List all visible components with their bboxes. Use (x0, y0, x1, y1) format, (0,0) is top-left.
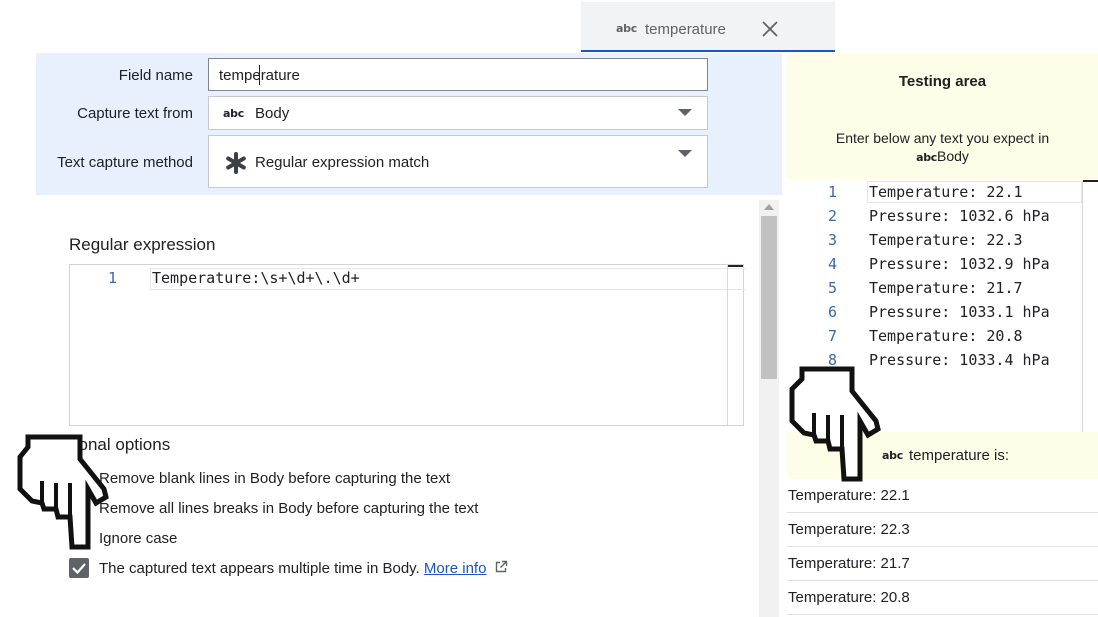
regex-code-line[interactable]: Temperature:\s+\d+\.\d+ (150, 268, 746, 290)
checkbox-multiple-times[interactable] (69, 558, 89, 578)
line-text: Temperature: 20.8 (869, 327, 1023, 345)
option-multiple-times: The captured text appears multiple time … (99, 560, 508, 577)
capture-from-select[interactable]: abc Body (208, 96, 708, 130)
line-number: 4 (827, 255, 837, 273)
testing-desc-body: Body (937, 148, 969, 164)
chevron-down-icon (678, 150, 692, 157)
line-text: Pressure: 1033.4 hPa (869, 351, 1050, 369)
main-scrollbar[interactable] (759, 200, 779, 617)
scroll-up-arrow-icon[interactable] (764, 204, 774, 210)
editor-scrollbar-cap (728, 265, 743, 267)
line-text: Pressure: 1032.9 hPa (869, 255, 1050, 273)
test-line[interactable]: 5 Temperature: 21.7 (787, 276, 1098, 300)
result-label: temperature is: (909, 447, 1010, 464)
field-name-input[interactable]: temperature (208, 58, 708, 91)
abc-text-icon: abc (223, 107, 244, 120)
result-value: Temperature: 20.8 (788, 589, 910, 606)
line-text: Temperature: 22.3 (869, 231, 1023, 249)
line-number: 5 (827, 279, 837, 297)
line-number: 6 (827, 303, 837, 321)
capture-from-value: Body (255, 105, 290, 122)
pointing-hand-icon (789, 366, 881, 482)
option-remove-blank-lines: Remove blank lines in Body before captur… (99, 470, 451, 487)
pointing-hand-icon (17, 434, 109, 550)
tab-label: temperature (645, 21, 726, 38)
line-text: Temperature: 21.7 (869, 279, 1023, 297)
abc-text-icon: abc (916, 151, 937, 164)
testing-area-title: Testing area (898, 73, 987, 90)
regex-editor[interactable]: 1 Temperature:\s+\d+\.\d+ (69, 264, 746, 426)
result-row: Temperature: 21.7 (787, 547, 1098, 581)
asterisk-icon (226, 152, 246, 174)
line-text: Temperature: 22.1 (869, 183, 1023, 201)
abc-text-icon: abc (616, 22, 637, 35)
scrollbar-thumb[interactable] (761, 216, 777, 379)
editor-scrollbar[interactable] (727, 265, 728, 425)
regex-section-title: Regular expression (69, 235, 216, 254)
testing-area-header: Testing area Enter below any text you ex… (787, 53, 1098, 179)
test-line[interactable]: 4 Pressure: 1032.9 hPa (787, 252, 1098, 276)
more-info-link[interactable]: More info (424, 560, 487, 577)
close-icon[interactable] (760, 19, 780, 39)
editor-scrollbar[interactable] (1082, 180, 1083, 432)
test-line[interactable]: 2 Pressure: 1032.6 hPa (787, 204, 1098, 228)
result-row: Temperature: 20.8 (787, 581, 1098, 615)
editor-scrollbar-cap (1083, 180, 1098, 182)
line-number: 2 (827, 207, 837, 225)
testing-area-panel: Testing area Enter below any text you ex… (787, 53, 1098, 617)
result-row: Temperature: 22.3 (787, 513, 1098, 547)
line-number: 1 (108, 269, 118, 287)
option-remove-line-breaks: Remove all lines breaks in Body before c… (99, 500, 479, 517)
external-link-icon[interactable] (494, 560, 508, 574)
field-name-label: Field name (118, 67, 193, 84)
abc-text-icon: abc (882, 449, 903, 462)
result-value: Temperature: 22.3 (788, 521, 910, 538)
capture-from-label: Capture text from (77, 105, 193, 122)
test-line[interactable]: 3 Temperature: 22.3 (787, 228, 1098, 252)
field-settings-panel: Field name temperature Capture text from… (36, 53, 782, 195)
text-capture-method-select[interactable]: Regular expression match (208, 135, 708, 188)
option-multiple-times-label: The captured text appears multiple time … (99, 560, 420, 577)
line-number: 3 (827, 231, 837, 249)
line-number: 7 (827, 327, 837, 345)
testing-area-description: Enter below any text you expect in abcBo… (807, 129, 1078, 167)
text-capture-method-label: Text capture method (57, 154, 193, 171)
result-value: Temperature: 21.7 (788, 555, 910, 572)
text-capture-method-value: Regular expression match (255, 154, 430, 171)
chevron-down-icon (678, 109, 692, 116)
test-line[interactable]: 1 Temperature: 22.1 (787, 180, 1098, 204)
result-value: Temperature: 22.1 (788, 487, 910, 504)
line-number: 1 (827, 183, 837, 201)
check-icon (72, 563, 86, 575)
testing-desc-line1: Enter below any text you expect in (835, 130, 1050, 146)
line-text: Pressure: 1032.6 hPa (869, 207, 1050, 225)
text-cursor (259, 65, 260, 85)
tab-temperature[interactable]: abc temperature (581, 2, 835, 52)
test-line[interactable]: 7 Temperature: 20.8 (787, 324, 1098, 348)
line-text: Pressure: 1033.1 hPa (869, 303, 1050, 321)
test-line[interactable]: 6 Pressure: 1033.1 hPa (787, 300, 1098, 324)
